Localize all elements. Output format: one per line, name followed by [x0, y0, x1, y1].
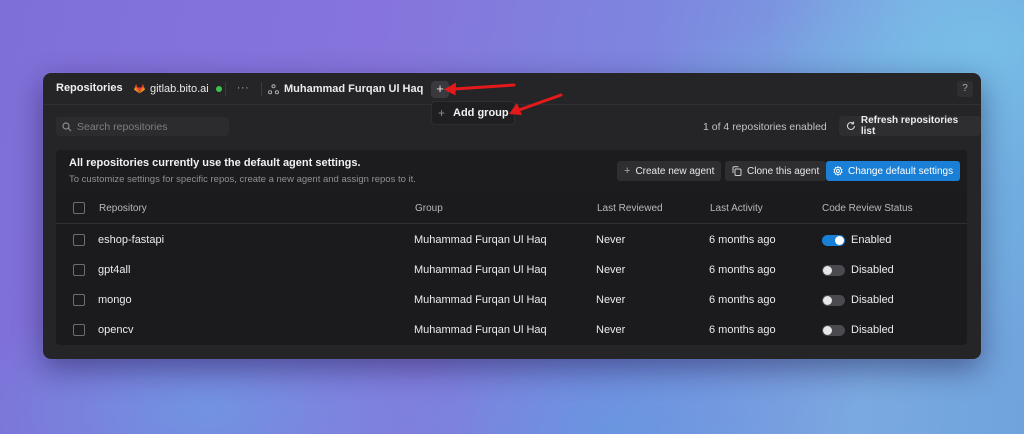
group-icon: [268, 83, 279, 94]
repo-group: Muhammad Furqan Ul Haq: [414, 294, 547, 306]
group-label: Muhammad Furqan Ul Haq: [284, 83, 424, 95]
gitlab-icon: [134, 84, 145, 94]
repo-name: gpt4all: [98, 264, 131, 276]
table-row[interactable]: opencv Muhammad Furqan Ul Haq Never 6 mo…: [56, 315, 967, 345]
select-all-checkbox[interactable]: [73, 202, 85, 214]
change-default-settings-button[interactable]: Change default settings: [826, 161, 961, 181]
banner-title: All repositories currently use the defau…: [69, 157, 361, 169]
default-settings-banner: All repositories currently use the defau…: [56, 150, 967, 192]
plus-icon: +: [438, 106, 446, 120]
annotation-arrow-icon: [509, 93, 563, 115]
toggle-knob: [835, 236, 844, 245]
last-activity: 6 months ago: [709, 324, 776, 336]
refresh-repositories-button[interactable]: Refresh repositories list: [839, 115, 981, 137]
last-reviewed: Never: [596, 234, 626, 246]
last-activity: 6 months ago: [709, 234, 776, 246]
repo-group: Muhammad Furqan Ul Haq: [414, 264, 547, 276]
more-options-button[interactable]: ···: [233, 80, 253, 98]
last-activity: 6 months ago: [709, 264, 776, 276]
row-checkbox[interactable]: [73, 234, 85, 246]
create-new-agent-button[interactable]: + Create new agent: [617, 161, 722, 181]
help-button[interactable]: ?: [957, 81, 973, 97]
last-reviewed: Never: [596, 264, 626, 276]
search-icon: [62, 121, 72, 131]
copy-icon: [732, 166, 742, 176]
code-review-toggle[interactable]: [822, 325, 845, 336]
table-row[interactable]: eshop-fastapi Muhammad Furqan Ul Haq Nev…: [56, 225, 967, 255]
row-checkbox[interactable]: [73, 324, 85, 336]
column-last-activity: Last Activity: [710, 203, 763, 214]
online-status-dot: [215, 86, 222, 92]
column-group: Group: [415, 203, 443, 214]
repo-group: Muhammad Furqan Ul Haq: [414, 324, 547, 336]
code-review-toggle[interactable]: [822, 235, 845, 246]
gear-icon: [833, 166, 843, 176]
row-checkbox[interactable]: [73, 264, 85, 276]
page-title: Repositories: [56, 82, 123, 94]
plus-icon: +: [624, 165, 631, 177]
code-review-status: Disabled: [851, 264, 894, 276]
column-repository: Repository: [99, 203, 147, 214]
group-chip[interactable]: Muhammad Furqan Ul Haq: [268, 80, 423, 98]
banner-subtitle: To customize settings for specific repos…: [69, 174, 416, 185]
repo-name: mongo: [98, 294, 132, 306]
code-review-status: Disabled: [851, 324, 894, 336]
refresh-icon: [846, 121, 855, 131]
add-group-menu[interactable]: + Add group: [431, 101, 515, 125]
toggle-knob: [823, 266, 832, 275]
last-reviewed: Never: [596, 294, 626, 306]
code-review-toggle[interactable]: [822, 295, 845, 306]
row-checkbox[interactable]: [73, 294, 85, 306]
divider: [225, 82, 226, 96]
column-last-reviewed: Last Reviewed: [597, 203, 663, 214]
source-chip[interactable]: gitlab.bito.ai: [134, 80, 222, 98]
repo-group: Muhammad Furqan Ul Haq: [414, 234, 547, 246]
code-review-toggle[interactable]: [822, 265, 845, 276]
table-row[interactable]: gpt4all Muhammad Furqan Ul Haq Never 6 m…: [56, 255, 967, 285]
repo-name: opencv: [98, 324, 134, 336]
last-reviewed: Never: [596, 324, 626, 336]
code-review-status: Disabled: [851, 294, 894, 306]
clone-agent-button[interactable]: Clone this agent: [725, 161, 827, 181]
add-group-menu-item[interactable]: Add group: [453, 107, 509, 119]
search-input[interactable]: [77, 120, 227, 133]
search-box[interactable]: [56, 117, 229, 136]
toggle-knob: [823, 296, 832, 305]
repositories-table: Repository Group Last Reviewed Last Acti…: [56, 192, 967, 345]
clone-agent-label: Clone this agent: [747, 165, 820, 177]
refresh-label: Refresh repositories list: [860, 115, 959, 137]
last-activity: 6 months ago: [709, 294, 776, 306]
create-agent-label: Create new agent: [635, 165, 715, 177]
table-header: Repository Group Last Reviewed Last Acti…: [56, 192, 967, 224]
code-review-status: Enabled: [851, 234, 892, 246]
source-label: gitlab.bito.ai: [150, 83, 209, 95]
column-code-review-status: Code Review Status: [822, 203, 913, 214]
enabled-count: 1 of 4 repositories enabled: [703, 121, 827, 133]
divider: [261, 82, 262, 96]
toggle-knob: [823, 326, 832, 335]
change-settings-label: Change default settings: [848, 165, 954, 177]
table-row[interactable]: mongo Muhammad Furqan Ul Haq Never 6 mon…: [56, 285, 967, 315]
repo-name: eshop-fastapi: [98, 234, 165, 246]
